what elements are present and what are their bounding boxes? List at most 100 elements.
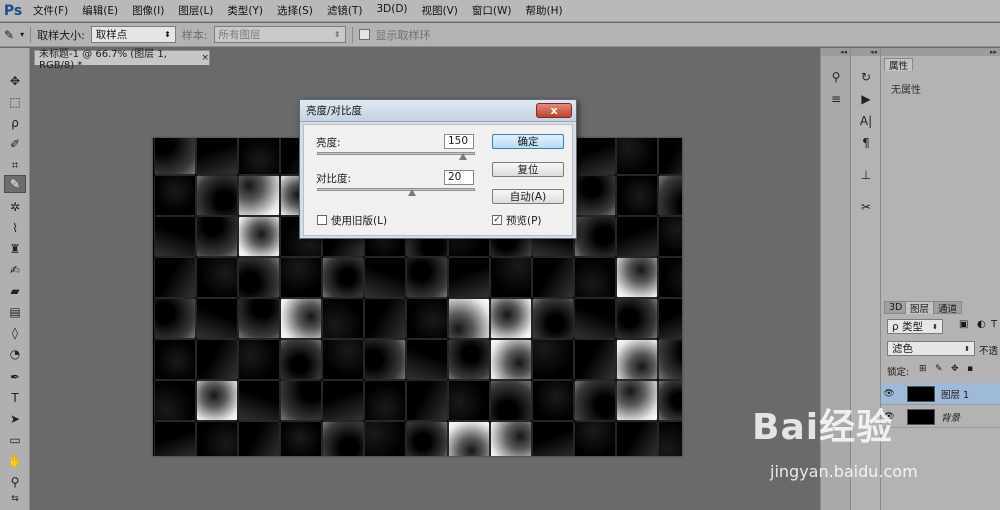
tool-preset-chevron-icon[interactable]: ▾ xyxy=(20,30,24,39)
blend-mode-select[interactable]: 滤色 ⬍ xyxy=(887,341,975,356)
dialog-body: 亮度: 150 对比度: 20 使用旧版(L) 确定 复位 自动(A) ✓ 预览… xyxy=(303,124,573,236)
brightness-label: 亮度: xyxy=(316,137,341,149)
lock-all-icon[interactable]: ▪ xyxy=(967,364,973,374)
dialog-title-bar[interactable]: 亮度/对比度 xyxy=(300,100,576,122)
history-icon[interactable]: ↻ xyxy=(855,68,877,86)
history-brush-tool-icon[interactable]: ✍ xyxy=(4,261,26,279)
menu-item[interactable]: 图像(I) xyxy=(125,3,171,18)
collapse-icon[interactable]: ◂◂ xyxy=(851,48,881,56)
visibility-eye-icon[interactable]: 👁 xyxy=(881,389,897,399)
canvas-tile xyxy=(574,380,616,421)
eyedropper-tool-icon[interactable]: ✎ xyxy=(4,175,26,193)
brightness-slider-track[interactable] xyxy=(317,152,475,155)
reset-button[interactable]: 复位 xyxy=(492,162,564,177)
canvas-tile xyxy=(448,298,490,339)
chevron-updown-icon: ⬍ xyxy=(932,322,938,331)
pen-tool-icon[interactable]: ✒ xyxy=(4,368,26,386)
adjustment-filter-icon[interactable]: ◐ xyxy=(977,319,986,330)
canvas-tile xyxy=(532,298,574,339)
opacity-label: 不透 xyxy=(979,346,999,357)
character-icon[interactable]: A| xyxy=(855,112,877,130)
menu-item[interactable]: 视图(V) xyxy=(415,3,465,18)
layer-row[interactable]: 👁 背景 xyxy=(881,406,1000,428)
blur-tool-icon[interactable]: ◊ xyxy=(4,324,26,342)
canvas-tile xyxy=(154,138,196,175)
eyedropper-icon[interactable]: ✎ xyxy=(4,28,14,42)
collapse-icon[interactable]: ▸▸ xyxy=(881,48,1000,56)
document-tab[interactable]: 未标题-1 @ 66.7% (图层 1, RGB/8) * × xyxy=(34,49,210,71)
menu-item[interactable]: 编辑(E) xyxy=(75,3,125,18)
tool-presets-icon[interactable]: ✂ xyxy=(855,198,877,216)
type-filter-icon[interactable]: T xyxy=(991,319,997,330)
contrast-input[interactable]: 20 xyxy=(444,170,474,185)
auto-button[interactable]: 自动(A) xyxy=(492,189,564,204)
visibility-eye-icon[interactable]: 👁 xyxy=(881,412,897,422)
swap-colors-icon[interactable]: ⇆ xyxy=(4,490,26,508)
menu-item[interactable]: 滤镜(T) xyxy=(320,3,370,18)
lasso-tool-icon[interactable]: ρ xyxy=(4,114,26,132)
canvas-tile xyxy=(574,421,616,456)
marquee-tool-icon[interactable]: ⬚ xyxy=(4,93,26,111)
dialog-title: 亮度/对比度 xyxy=(306,105,363,117)
brightness-input[interactable]: 150 xyxy=(444,134,474,149)
zoom-tool-icon[interactable]: ⚲ xyxy=(4,473,26,491)
menu-item[interactable]: 图层(L) xyxy=(171,3,220,18)
move-tool-icon[interactable]: ✥ xyxy=(4,72,26,90)
brush-presets-icon[interactable]: ⚲ xyxy=(825,68,847,86)
layer-kind-filter[interactable]: ρ 类型 ⬍ xyxy=(887,319,943,334)
clone-stamp-tool-icon[interactable]: ♜ xyxy=(4,240,26,258)
shape-tool-icon[interactable]: ▭ xyxy=(4,431,26,449)
divider xyxy=(30,26,32,43)
tab-properties[interactable]: 属性 xyxy=(884,58,914,72)
collapse-icon[interactable]: ◂◂ xyxy=(821,48,851,56)
contrast-slider-track[interactable] xyxy=(317,188,475,191)
layer-row[interactable]: 👁 图层 1 xyxy=(881,383,1000,405)
use-legacy-checkbox[interactable] xyxy=(317,215,327,225)
tab-panel[interactable]: 3D xyxy=(884,301,908,314)
paragraph-icon[interactable]: ¶ xyxy=(855,134,877,152)
image-filter-icon[interactable]: ▣ xyxy=(959,319,968,330)
eraser-tool-icon[interactable]: ▰ xyxy=(4,282,26,300)
quick-select-tool-icon[interactable]: ✐ xyxy=(4,135,26,153)
menu-item[interactable]: 文件(F) xyxy=(26,3,75,18)
gradient-tool-icon[interactable]: ▤ xyxy=(4,303,26,321)
ok-button[interactable]: 确定 xyxy=(492,134,564,149)
canvas-tile xyxy=(154,380,196,421)
menu-item[interactable]: 帮助(H) xyxy=(519,3,570,18)
healing-brush-tool-icon[interactable]: ✲ xyxy=(4,198,26,216)
type-tool-icon[interactable]: T xyxy=(4,389,26,407)
sample-size-select[interactable]: 取样点 ⬍ xyxy=(90,26,176,43)
canvas-tile xyxy=(406,298,448,339)
menu-item[interactable]: 窗口(W) xyxy=(465,3,519,18)
clone-source-icon[interactable]: ⊥ xyxy=(855,166,877,184)
adjustments-icon[interactable]: ≡ xyxy=(825,90,847,108)
tab-panel[interactable]: 图层 xyxy=(905,301,935,315)
actions-play-icon[interactable]: ▶ xyxy=(855,90,877,108)
menu-item[interactable]: 3D(D) xyxy=(369,3,414,18)
brightness-slider-thumb[interactable] xyxy=(459,153,468,160)
canvas-tile xyxy=(154,339,196,380)
close-icon[interactable]: × xyxy=(201,53,209,63)
canvas-tile xyxy=(196,175,238,216)
show-ring-checkbox[interactable] xyxy=(358,29,370,40)
path-select-tool-icon[interactable]: ➤ xyxy=(4,410,26,428)
crop-tool-icon[interactable]: ⌗ xyxy=(4,156,26,174)
canvas-tile xyxy=(364,257,406,298)
hand-tool-icon[interactable]: ✋ xyxy=(4,452,26,470)
dodge-tool-icon[interactable]: ◔ xyxy=(4,345,26,363)
close-icon[interactable]: x xyxy=(536,103,572,118)
menu-item[interactable]: 选择(S) xyxy=(270,3,320,18)
lock-pixels-icon[interactable]: ✎ xyxy=(935,364,943,374)
contrast-slider-thumb[interactable] xyxy=(407,189,416,196)
preview-checkbox[interactable]: ✓ xyxy=(492,215,502,225)
sample-value: 所有图层 xyxy=(218,29,261,41)
menu-item[interactable]: 类型(Y) xyxy=(220,3,270,18)
brush-tool-icon[interactable]: ⌇ xyxy=(4,219,26,237)
layer-kind-filter-value: ρ 类型 xyxy=(892,321,924,333)
tab-panel[interactable]: 通道 xyxy=(933,301,963,315)
layer-name: 图层 1 xyxy=(941,389,970,401)
sample-select[interactable]: 所有图层 ⬍ xyxy=(213,26,346,43)
lock-position-icon[interactable]: ✥ xyxy=(951,364,959,374)
canvas-tile xyxy=(616,339,658,380)
lock-transparency-icon[interactable]: ⊞ xyxy=(919,364,927,374)
